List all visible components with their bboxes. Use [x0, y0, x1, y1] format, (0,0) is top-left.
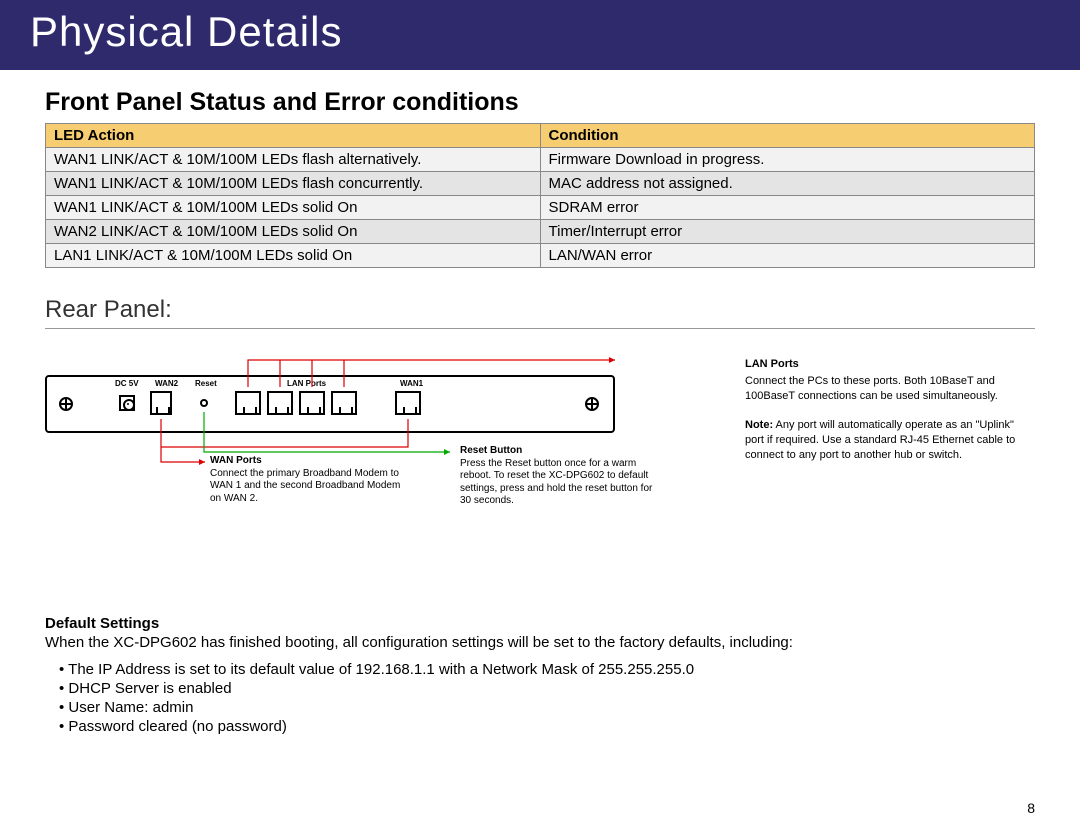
label-wan2: WAN2 [155, 379, 178, 388]
header-bar: Physical Details [0, 0, 1080, 70]
section-title-front-panel: Front Panel Status and Error conditions [45, 88, 1035, 117]
table-row: WAN1 LINK/ACT & 10M/100M LEDs flash conc… [46, 172, 1035, 196]
reset-hole-icon [200, 399, 208, 407]
callout-wan: WAN Ports Connect the primary Broadband … [210, 455, 410, 505]
led-table: LED Action Condition WAN1 LINK/ACT & 10M… [45, 123, 1035, 268]
table-row: LAN1 LINK/ACT & 10M/100M LEDs solid OnLA… [46, 244, 1035, 268]
default-settings: Default Settings When the XC-DPG602 has … [45, 615, 1035, 735]
list-item: User Name: admin [59, 699, 1035, 716]
rear-panel-diagram: DC 5V WAN2 Reset LAN Ports WAN1 [45, 357, 615, 557]
page-number: 8 [1027, 800, 1035, 816]
list-item: DHCP Server is enabled [59, 680, 1035, 697]
page-title: Physical Details [30, 8, 1050, 56]
wan2-port-icon [150, 391, 172, 415]
label-dc5v: DC 5V [115, 379, 139, 388]
label-reset: Reset [195, 379, 217, 388]
label-wan1: WAN1 [400, 379, 423, 388]
lan-port-icon [267, 391, 293, 415]
list-item: Password cleared (no password) [59, 718, 1035, 735]
list-item: The IP Address is set to its default val… [59, 661, 1035, 678]
callout-lan: LAN Ports Connect the PCs to these ports… [745, 357, 1025, 557]
lan-port-icon [235, 391, 261, 415]
table-row: WAN1 LINK/ACT & 10M/100M LEDs flash alte… [46, 148, 1035, 172]
table-row: WAN1 LINK/ACT & 10M/100M LEDs solid OnSD… [46, 196, 1035, 220]
defaults-intro: When the XC-DPG602 has finished booting,… [45, 634, 1035, 651]
dc-jack-icon [119, 395, 135, 411]
section-title-rear-panel: Rear Panel: [45, 296, 1035, 329]
th-led-action: LED Action [46, 124, 541, 148]
callout-reset: Reset Button Press the Reset button once… [460, 445, 660, 508]
lan-port-icon [299, 391, 325, 415]
lan-port-icon [331, 391, 357, 415]
label-lan: LAN Ports [287, 379, 326, 388]
th-condition: Condition [540, 124, 1035, 148]
defaults-heading: Default Settings [45, 615, 1035, 632]
wan1-port-icon [395, 391, 421, 415]
table-row: WAN2 LINK/ACT & 10M/100M LEDs solid OnTi… [46, 220, 1035, 244]
